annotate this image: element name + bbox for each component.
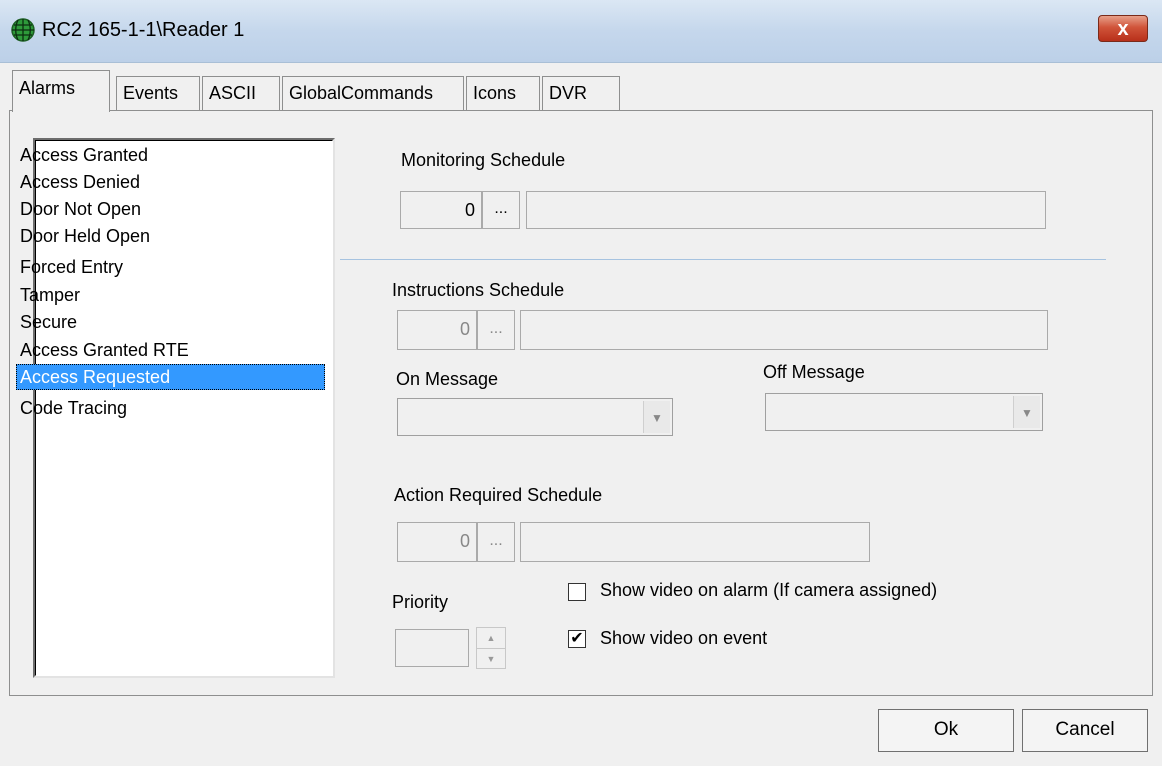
priority-label: Priority <box>392 592 449 612</box>
monitoring-schedule-number[interactable]: 0 <box>400 191 482 229</box>
instructions-schedule-name[interactable] <box>520 310 1048 350</box>
list-item-secure[interactable]: Secure <box>16 309 325 335</box>
list-item-tamper[interactable]: Tamper <box>16 282 325 308</box>
monitoring-schedule-label: Monitoring Schedule <box>401 150 566 170</box>
action-required-schedule-name[interactable] <box>520 522 870 562</box>
spin-down-icon[interactable]: ▼ <box>477 649 505 669</box>
instructions-schedule-number[interactable]: 0 <box>397 310 477 350</box>
priority-spinner[interactable]: ▲ ▼ <box>476 627 506 669</box>
tab-globalcommands[interactable]: GlobalCommands <box>282 76 464 110</box>
show-video-on-event-label: Show video on event <box>600 628 768 648</box>
list-item-access-denied[interactable]: Access Denied <box>16 169 325 195</box>
instructions-schedule-browse-button[interactable]: ... <box>477 310 515 350</box>
monitoring-schedule-name[interactable] <box>526 191 1046 229</box>
spin-up-icon[interactable]: ▲ <box>477 628 505 649</box>
tab-ascii[interactable]: ASCII <box>202 76 280 110</box>
action-required-schedule-label: Action Required Schedule <box>394 485 603 505</box>
action-required-schedule-number[interactable]: 0 <box>397 522 477 562</box>
show-video-on-alarm-label: Show video on alarm (If camera assigned) <box>600 580 938 600</box>
show-video-on-alarm-checkbox[interactable] <box>568 583 586 601</box>
list-item-code-tracing[interactable]: Code Tracing <box>16 395 325 421</box>
ok-button[interactable]: Ok <box>878 709 1014 752</box>
on-message-label: On Message <box>396 369 499 389</box>
monitoring-schedule-browse-button[interactable]: ... <box>482 191 520 229</box>
action-required-schedule-browse-button[interactable]: ... <box>477 522 515 562</box>
close-button[interactable]: x <box>1098 15 1148 42</box>
chevron-down-icon[interactable]: ▼ <box>643 401 670 433</box>
tab-dvr[interactable]: DVR <box>542 76 620 110</box>
window-title: RC2 165-1-1\Reader 1 <box>42 19 245 41</box>
tab-events[interactable]: Events <box>116 76 200 110</box>
list-item-forced-entry[interactable]: Forced Entry <box>16 254 325 280</box>
separator <box>340 259 1106 260</box>
tab-alarms[interactable]: Alarms <box>12 70 110 112</box>
globe-grid-icon <box>11 18 35 42</box>
list-item-access-granted-rte[interactable]: Access Granted RTE <box>16 337 325 363</box>
list-item-access-granted[interactable]: Access Granted <box>16 142 325 168</box>
off-message-label: Off Message <box>763 362 865 382</box>
list-item-access-requested[interactable]: Access Requested <box>16 364 325 390</box>
instructions-schedule-label: Instructions Schedule <box>392 280 565 300</box>
list-item-door-not-open[interactable]: Door Not Open <box>16 196 325 222</box>
chevron-down-icon[interactable]: ▼ <box>1013 396 1040 428</box>
on-message-dropdown[interactable]: ▼ <box>397 398 673 436</box>
list-item-door-held-open[interactable]: Door Held Open <box>16 223 325 249</box>
show-video-on-event-checkbox[interactable]: ✔ <box>568 630 586 648</box>
priority-input[interactable] <box>395 629 469 667</box>
cancel-button[interactable]: Cancel <box>1022 709 1148 752</box>
off-message-dropdown[interactable]: ▼ <box>765 393 1043 431</box>
tab-icons[interactable]: Icons <box>466 76 540 110</box>
